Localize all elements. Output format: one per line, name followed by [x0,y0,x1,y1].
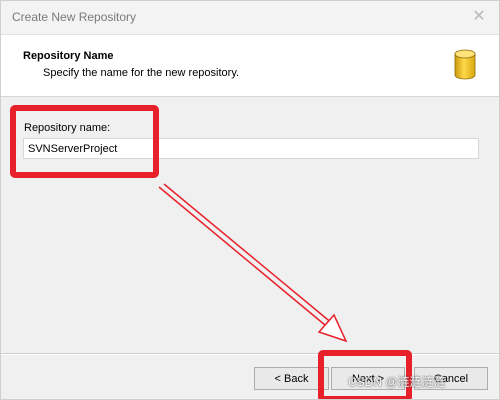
repository-name-label: Repository name: [24,122,111,134]
repository-name-input[interactable] [23,138,479,159]
create-repository-dialog: Create New Repository ✕ Repository Name … [0,0,500,400]
page-title: Repository Name [23,50,114,62]
page-subtitle: Specify the name for the new repository. [43,67,240,79]
form-area: Repository name: [1,98,499,353]
database-icon [454,49,476,80]
close-button[interactable]: ✕ [457,1,499,33]
back-button[interactable]: < Back [254,367,329,390]
wizard-header: Repository Name Specify the name for the… [1,35,499,97]
footer-divider-highlight [1,354,499,355]
title-bar: Create New Repository ✕ [1,1,499,35]
watermark: CSDN @涟涟涟涟 [348,375,446,389]
close-icon: ✕ [472,8,486,25]
window-title: Create New Repository [12,10,137,24]
